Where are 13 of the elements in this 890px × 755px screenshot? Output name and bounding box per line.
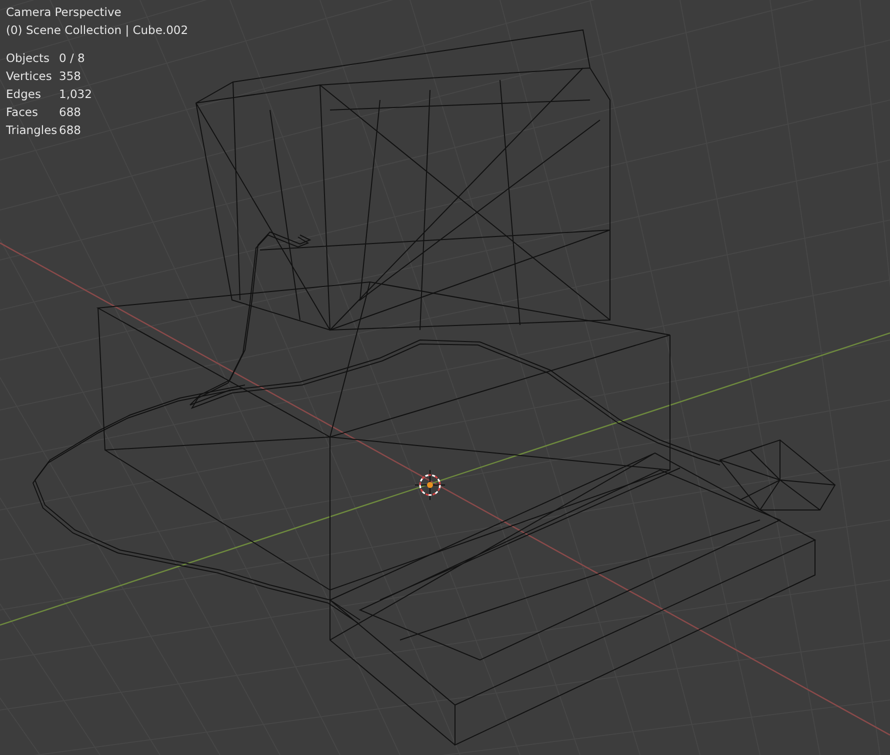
stat-label: Edges — [6, 86, 42, 103]
stat-value: 688 — [59, 122, 81, 139]
stat-label: Objects — [6, 50, 50, 67]
stat-value: 688 — [59, 104, 81, 121]
stat-value: 1,032 — [59, 86, 92, 103]
view-name: Camera Perspective — [6, 4, 122, 21]
stat-label: Triangles — [6, 122, 58, 139]
stat-label: Faces — [6, 104, 39, 121]
stat-label: Vertices — [6, 68, 53, 85]
collection-label: (0) Scene Collection | Cube.002 — [6, 22, 188, 39]
stat-value: 0 / 8 — [59, 50, 85, 67]
stat-value: 358 — [59, 68, 81, 85]
3d-cursor-icon — [414, 470, 446, 500]
